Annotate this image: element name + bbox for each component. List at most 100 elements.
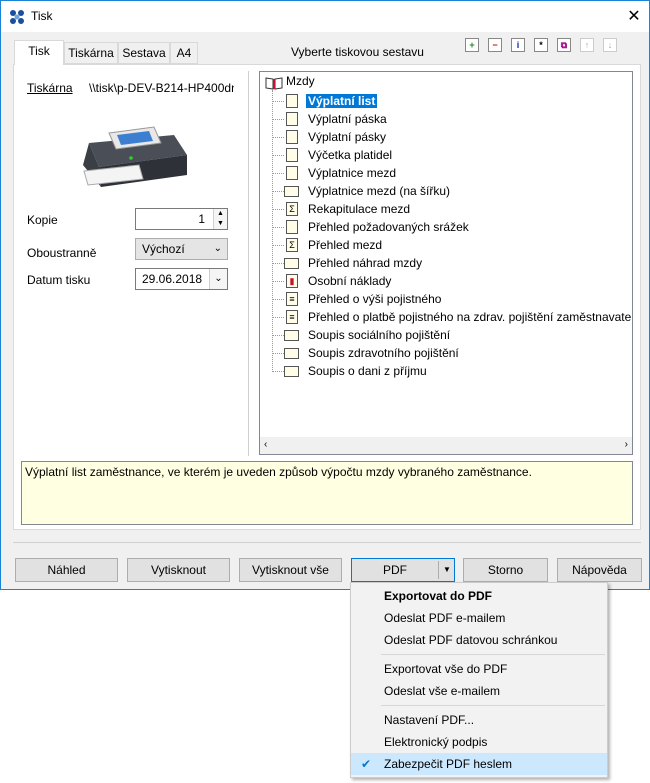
menu-item-send-all-email[interactable]: Odeslat vše e-mailem <box>351 680 607 702</box>
tree-item[interactable]: Výplatní pásky <box>272 128 388 146</box>
tree-item[interactable]: Výplatnice mezd <box>272 164 398 182</box>
calendar-dropdown-icon[interactable]: ⌄ <box>209 269 227 289</box>
copies-value: 1 <box>198 212 205 226</box>
tab-tisk[interactable]: Tisk <box>14 40 64 65</box>
new-icon[interactable]: * <box>534 38 548 52</box>
form-page-icon: ≡ <box>286 292 298 306</box>
tree-connector <box>272 155 284 156</box>
menu-item-send-pdf-databox[interactable]: Odeslat PDF datovou schránkou <box>351 629 607 651</box>
menu-item-password-protect[interactable]: ✔ Zabezpečit PDF heslem <box>351 753 607 775</box>
tree-item[interactable]: ≡ Přehled o výši pojistného <box>272 290 443 308</box>
tree-item[interactable]: Výplatní páska <box>272 110 389 128</box>
description-box: Výplatní list zaměstnance, ve kterém je … <box>21 461 633 525</box>
cancel-button[interactable]: Storno <box>463 558 548 582</box>
tree-item-label: Výplatnice mezd (na šířku) <box>308 184 451 198</box>
date-label: Datum tisku <box>27 273 91 287</box>
tree-item[interactable]: Výplatní list <box>272 92 378 110</box>
print-button[interactable]: Vytisknout <box>127 558 230 582</box>
info-icon[interactable]: i <box>511 38 525 52</box>
pdf-split-button[interactable]: PDF ▼ <box>351 558 455 582</box>
tree-connector <box>272 227 284 228</box>
tree-item[interactable]: ▮ Osobní náklady <box>272 272 393 290</box>
landscape-page-icon <box>284 186 299 197</box>
landscape-page-icon <box>284 330 299 341</box>
tree-connector <box>272 299 284 300</box>
page-icon <box>286 220 298 234</box>
date-value: 29.06.2018 <box>142 272 203 286</box>
window-title: Tisk <box>31 9 53 23</box>
printer-path: \\tisk\p-DEV-B214-HP400dn <box>89 81 234 95</box>
tree-item[interactable]: Výčetka platidel <box>272 146 394 164</box>
duplex-select[interactable]: Výchozí ⌄ <box>135 238 228 260</box>
tree-item[interactable]: Soupis sociálního pojištění <box>272 326 452 344</box>
menu-item-send-pdf-email[interactable]: Odeslat PDF e-mailem <box>351 607 607 629</box>
checkmark-icon: ✔ <box>361 757 372 771</box>
tree-item-label: Výplatní páska <box>308 112 387 126</box>
menu-item-export-pdf[interactable]: Exportovat do PDF <box>351 585 607 607</box>
menu-item-e-signature[interactable]: Elektronický podpis <box>351 731 607 753</box>
print-all-button[interactable]: Vytisknout vše <box>239 558 342 582</box>
move-down-icon[interactable]: ↓ <box>603 38 617 52</box>
tree-item[interactable]: Výplatnice mezd (na šířku) <box>272 182 452 200</box>
form-page-icon: ≡ <box>286 310 298 324</box>
tree-item[interactable]: Soupis o dani z příjmu <box>272 362 429 380</box>
menu-separator <box>381 654 605 655</box>
tree-connector <box>272 173 284 174</box>
copy-icon[interactable]: ⧉ <box>557 38 571 52</box>
tree-item[interactable]: Σ Rekapitulace mezd <box>272 200 412 218</box>
move-up-icon[interactable]: ↑ <box>580 38 594 52</box>
tree-connector <box>272 119 284 120</box>
tree-item[interactable]: Soupis zdravotního pojištění <box>272 344 461 362</box>
preview-button[interactable]: Náhled <box>15 558 118 582</box>
printer-link[interactable]: Tiskárna <box>27 81 73 95</box>
report-tree[interactable]: Mzdy Výplatní list Výplatní páska Výplatní… <box>259 71 633 455</box>
tree-connector <box>272 353 284 354</box>
add-icon[interactable]: + <box>465 38 479 52</box>
tree-item[interactable]: Σ Přehled mezd <box>272 236 384 254</box>
report-select-label: Vyberte tiskovou sestavu <box>291 45 424 59</box>
tree-item[interactable]: Přehled požadovaných srážek <box>272 218 471 236</box>
copies-stepper[interactable]: 1 ▲ ▼ <box>135 208 228 230</box>
tree-connector <box>272 263 284 264</box>
date-picker[interactable]: 29.06.2018 ⌄ <box>135 268 228 290</box>
sum-icon: Σ <box>286 238 298 252</box>
horizontal-scrollbar[interactable]: ‹ › <box>260 437 632 454</box>
close-button[interactable]: ✕ <box>619 3 649 30</box>
spin-up-icon[interactable]: ▲ <box>213 209 227 219</box>
app-icon <box>10 10 24 24</box>
menu-item-pdf-settings[interactable]: Nastavení PDF... <box>351 709 607 731</box>
spin-down-icon[interactable]: ▼ <box>213 219 227 229</box>
chevron-down-icon: ⌄ <box>213 243 222 254</box>
tree-item-label: Přehled o platbě pojistného na zdrav. po… <box>308 310 633 324</box>
scroll-right-icon[interactable]: › <box>625 439 628 450</box>
scroll-left-icon[interactable]: ‹ <box>264 439 267 450</box>
tree-connector <box>272 101 284 102</box>
help-button[interactable]: Nápověda <box>557 558 642 582</box>
tree-connector <box>272 335 284 336</box>
book-icon <box>265 77 283 90</box>
tree-connector <box>272 371 284 372</box>
print-dialog: Tisk ✕ Tisk Tiskárna Sestava A4 Vyberte … <box>0 0 650 590</box>
menu-item-password-protect-label: Zabezpečit PDF heslem <box>384 757 513 771</box>
tab-sestava[interactable]: Sestava <box>118 42 170 64</box>
tree-item-label: Přehled náhrad mzdy <box>308 256 423 270</box>
tree-item-label: Rekapitulace mezd <box>308 202 411 216</box>
duplex-label: Oboustranně <box>27 246 97 260</box>
remove-icon[interactable]: − <box>488 38 502 52</box>
tab-a4[interactable]: A4 <box>170 42 198 64</box>
split-divider <box>438 561 439 579</box>
tree-line <box>272 90 273 372</box>
menu-item-export-all-pdf[interactable]: Exportovat vše do PDF <box>351 658 607 680</box>
divider <box>13 542 641 543</box>
splitter[interactable] <box>248 71 249 456</box>
dropdown-arrow-icon[interactable]: ▼ <box>440 559 454 581</box>
page-icon <box>286 148 298 162</box>
tree-connector <box>272 245 284 246</box>
tree-item[interactable]: ≡ Přehled o platbě pojistného na zdrav. p… <box>272 308 633 326</box>
tree-item[interactable]: Přehled náhrad mzdy <box>272 254 424 272</box>
tree-connector <box>272 209 284 210</box>
sum-icon: Σ <box>286 202 298 216</box>
tab-tiskarna[interactable]: Tiskárna <box>64 42 118 64</box>
tree-connector <box>272 137 284 138</box>
chart-page-icon: ▮ <box>286 274 298 288</box>
